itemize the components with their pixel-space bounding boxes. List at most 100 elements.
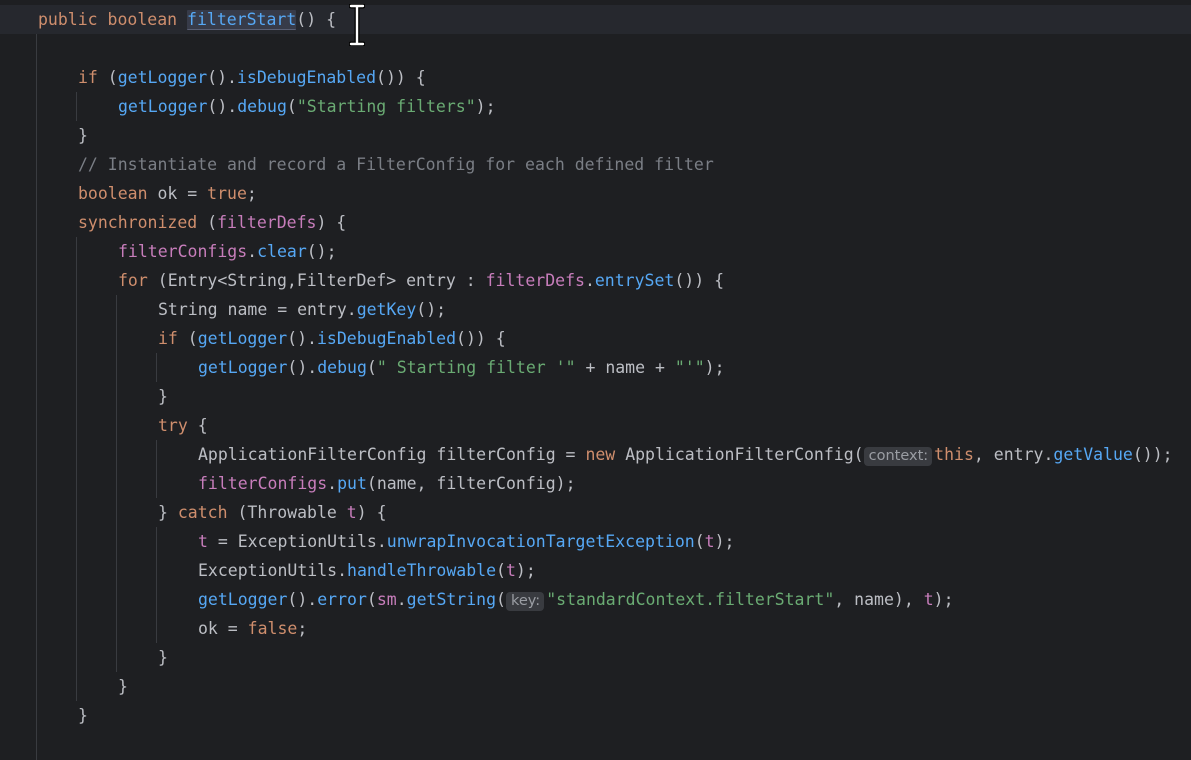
code-line[interactable]: } catch (Throwable t) { [158,498,387,527]
code-token: getKey [356,300,417,319]
code-token: ( [366,358,377,377]
code-token: getLogger [198,358,288,377]
code-token: entrySet [594,271,675,290]
code-token: debug [317,358,367,377]
code-token: . [247,242,258,261]
code-token: false [247,619,298,638]
code-token: public boolean [38,10,188,29]
code-line[interactable]: t = ExceptionUtils.unwrapInvocationTarge… [198,527,734,556]
code-line[interactable]: filterConfigs.clear(); [118,237,337,266]
indent-guide [76,237,77,701]
code-line[interactable]: synchronized (filterDefs) { [78,208,346,237]
code-line[interactable]: } [158,643,168,672]
indent-guide [36,34,37,760]
code-line[interactable]: String name = entry.getKey(); [158,295,446,324]
code-token: ApplicationFilterConfig [625,445,854,464]
code-token: synchronized [78,213,198,232]
code-token: new [585,445,616,464]
code-token: t [346,503,357,522]
code-token: name = entry. [217,300,357,319]
code-token: ok = [147,184,208,203]
code-token: ; [297,619,308,638]
code-token: { [187,416,208,435]
code-token: ); [714,532,735,551]
code-token: getLogger [118,97,208,116]
code-token: (). [287,590,318,609]
code-line[interactable]: } [78,701,88,730]
code-token: isDebugEnabled [316,329,457,348]
code-token: () { [296,10,337,29]
code-token: ) { [316,213,347,232]
code-line[interactable]: filterConfigs.put(name, filterConfig); [198,469,576,498]
code-token: getLogger [117,68,208,87]
code-token: < [217,271,228,290]
code-token: } [78,706,88,725]
code-line[interactable]: getLogger().debug("Starting filters"); [118,92,496,121]
code-token: for [118,271,148,290]
code-token: t [923,590,934,609]
code-line[interactable]: } [158,382,168,411]
code-editor[interactable]: public boolean filterStart() {if (getLog… [0,0,1191,760]
code-token: ( [227,503,248,522]
code-token: ( [177,329,198,348]
code-token: (). [287,358,318,377]
code-line[interactable]: } [118,672,128,701]
code-token: unwrapInvocationTargetException [386,532,695,551]
code-line[interactable]: try { [158,411,208,440]
code-line[interactable]: for (Entry<String,FilterDef> entry : fil… [118,266,724,295]
code-token: ExceptionUtils [237,532,377,551]
code-token: , entry. [973,445,1054,464]
code-token: ); [475,97,496,116]
code-token: put [337,474,367,493]
code-token: (). [207,97,238,116]
code-line[interactable]: getLogger().debug(" Starting filter '" +… [198,353,725,382]
code-token: . [396,590,407,609]
code-token: ()); [1132,445,1173,464]
code-token: String [227,271,287,290]
indent-guide [156,353,157,382]
indent-guide [76,92,77,121]
code-token: t [198,532,208,551]
code-token: filterConfigs [198,474,328,493]
code-token: > entry : [386,271,486,290]
code-token: try [158,416,188,435]
code-line[interactable]: if (getLogger().isDebugEnabled()) { [78,63,426,92]
code-token: ) { [356,503,387,522]
code-token: t [505,561,516,580]
code-token: } [158,648,168,667]
code-line[interactable]: ApplicationFilterConfig filterConfig = n… [198,440,1173,469]
code-line[interactable]: boolean ok = true; [78,179,257,208]
code-token: filterStart [187,10,297,30]
code-line[interactable]: if (getLogger().isDebugEnabled()) { [158,324,506,353]
code-token: debug [237,97,287,116]
code-token: (name, filterConfig); [366,474,576,493]
code-token: getLogger [197,329,288,348]
code-token: (); [306,242,337,261]
code-token: , name), [834,590,924,609]
code-line[interactable]: // Instantiate and record a FilterConfig… [78,150,714,179]
inlay-parameter-hint: context: [863,447,933,466]
code-token: ( [197,213,218,232]
code-token: ( [97,68,118,87]
code-token: ); [704,358,725,377]
code-token: getString [406,590,497,609]
code-token: ApplicationFilterConfig [198,445,427,464]
code-line[interactable]: ExceptionUtils.handleThrowable(t); [198,556,536,585]
code-token: ExceptionUtils [198,561,338,580]
code-line[interactable]: public boolean filterStart() { [38,5,336,34]
code-token: . [584,271,595,290]
code-token: getValue [1053,445,1133,464]
code-line[interactable]: ok = false; [198,614,307,643]
code-token: String [158,300,218,319]
code-line[interactable]: } [78,121,88,150]
indent-guide [116,295,117,672]
code-token: if [78,68,98,87]
code-token: this [934,445,974,464]
code-line[interactable]: getLogger().error(sm.getString(key: "stan… [198,585,954,614]
code-token: filterDefs [485,271,585,290]
code-token: filterConfigs [118,242,248,261]
code-token: ); [515,561,536,580]
code-token: . [327,474,338,493]
